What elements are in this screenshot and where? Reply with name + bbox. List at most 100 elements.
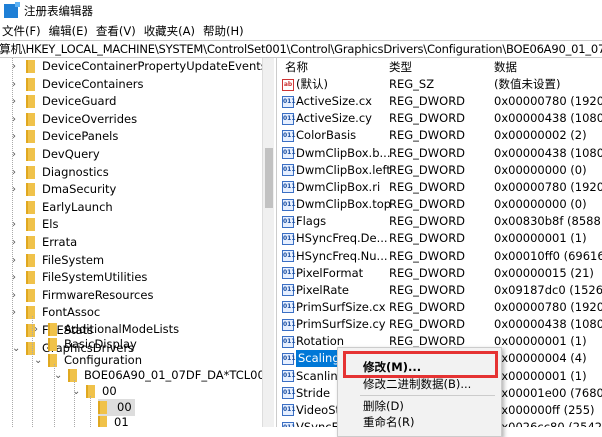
column-data[interactable]: 数据 [494, 58, 517, 76]
binary-value-icon: 011 [282, 404, 296, 417]
menu-item-modify-binary[interactable]: 修改二进制数据(B)... [363, 376, 471, 393]
tree-node-label: BOE06A90_01_07DF_DA*TCL00000_0 [84, 368, 262, 383]
tree-node[interactable]: › FontAssoc [12, 304, 101, 321]
value-type: REG_DWORD [389, 162, 466, 177]
list-row[interactable]: 011 DwmClipBox.top REG_DWORD 0x00000000 (0) [277, 196, 602, 213]
menu-view[interactable]: 查看(V) [96, 23, 136, 39]
value-name: (默认) [296, 77, 328, 91]
chevron-down-icon[interactable]: ⌄ [12, 340, 20, 357]
list-row[interactable]: 011 DwmClipBox.left REG_DWORD 0x00000000 (0… [277, 162, 602, 179]
menu-item-delete[interactable]: 删除(D) [363, 398, 404, 415]
scrollbar-thumb[interactable] [265, 148, 273, 208]
value-data: 0x00000001 (1) [494, 231, 587, 246]
chevron-down-icon[interactable]: ⌄ [54, 367, 62, 384]
tree-node[interactable]: › Els [12, 216, 58, 233]
tree-node[interactable]: ⌄ Configuration [34, 352, 142, 369]
binary-value-icon: 011 [282, 352, 296, 365]
value-data: 0x00000000 (0) [494, 197, 587, 212]
chevron-down-icon[interactable]: ⌄ [34, 352, 42, 369]
folder-icon [26, 95, 35, 109]
list-row[interactable]: 011 PrimSurfSize.cy REG_DWORD 0x00000438 (1… [277, 316, 602, 333]
value-type: REG_DWORD [389, 94, 466, 109]
value-name-cell: ab (默认) [282, 76, 328, 93]
tree-node[interactable]: › DeviceOverrides [12, 111, 137, 128]
value-name-cell: 011 PixelRate [282, 282, 349, 299]
list-row[interactable]: 011 HSyncFreq.Nu... REG_DWORD 0x00010ff0 (6… [277, 248, 602, 265]
menu-favorites[interactable]: 收藏夹(A) [144, 23, 195, 39]
list-row[interactable]: 011 DwmClipBox.b... REG_DWORD 0x00000438 (1… [277, 145, 602, 162]
menu-separator [360, 395, 495, 396]
value-data: 0x00000001 (1) [494, 368, 587, 383]
value-name-cell: 011 ColorBasis [282, 127, 356, 144]
value-data: 0x00001e00 (7680) [494, 385, 602, 400]
list-row[interactable]: ab (默认) REG_SZ (数值未设置) [277, 76, 602, 93]
binary-value-icon: 011 [282, 335, 296, 348]
binary-value-icon: 011 [282, 147, 296, 160]
tree-node[interactable]: › Errata [12, 234, 77, 251]
list-row[interactable]: 011 PixelFormat REG_DWORD 0x00000015 (21) [277, 265, 602, 282]
tree-node[interactable]: › AdditionalModeLists [34, 321, 179, 338]
value-name-cell: 011 DwmClipBox.b... [282, 145, 390, 162]
value-type: REG_DWORD [389, 282, 466, 297]
tree-line [12, 58, 13, 427]
tree-node[interactable]: › FirmwareResources [12, 287, 153, 304]
tree-node[interactable]: › FileSystem [12, 252, 104, 269]
folder-icon [26, 77, 35, 91]
list-row[interactable]: 011 ActiveSize.cx REG_DWORD 0x00000780 (192… [277, 93, 602, 110]
tree-node-label: DeviceContainerPropertyUpdateEvents [42, 59, 262, 73]
list-row[interactable]: 011Flags REG_DWORD 0x00830b8f (8588175) [277, 213, 602, 230]
value-data: 0x000000ff (255) [494, 402, 595, 417]
tree-node[interactable]: › Diagnostics [12, 164, 109, 181]
folder-icon [26, 165, 35, 179]
value-data: 0x00000780 (1920) [494, 179, 602, 194]
tree-node[interactable]: › DeviceContainerPropertyUpdateEvents [12, 58, 262, 75]
value-name-cell: 011 HSyncFreq.De... [282, 230, 388, 247]
menu-help[interactable]: 帮助(H) [203, 23, 244, 39]
menu-file[interactable]: 文件(F) [2, 23, 41, 39]
folder-icon [26, 288, 35, 302]
tree-node-label: FileSystemUtilities [42, 270, 148, 285]
value-name: DwmClipBox.top [296, 197, 392, 212]
tree-node[interactable]: › DevicePanels [12, 128, 119, 145]
folder-icon [26, 271, 35, 285]
tree-node[interactable]: ⌄ BOE06A90_01_07DF_DA*TCL00000_0 [54, 367, 262, 384]
value-data: 0x00000001 (1) [494, 334, 587, 349]
tree-node-label: 01 [114, 415, 129, 427]
value-type: REG_SZ [389, 77, 435, 91]
address-bar[interactable]: 计算机\HKEY_LOCAL_MACHINE\SYSTEM\ControlSet… [0, 40, 602, 58]
tree-node-label: Configuration [64, 352, 142, 367]
tree-node[interactable]: › FileSystemUtilities [12, 269, 148, 286]
column-name[interactable]: 名称 [285, 58, 308, 76]
list-row[interactable]: 011 PrimSurfSize.cx REG_DWORD 0x00000780 (1… [277, 299, 602, 316]
tree-node-label: FontAssoc [42, 305, 101, 320]
binary-value-icon: 011 [282, 112, 296, 125]
menu-item-rename[interactable]: 重命名(R) [363, 414, 414, 431]
tree-node[interactable]: EarlyLaunch [26, 199, 113, 216]
tree-node-label: DevicePanels [42, 129, 119, 144]
value-type: REG_DWORD [389, 299, 466, 314]
string-value-icon: ab [282, 78, 294, 91]
column-type[interactable]: 类型 [389, 58, 412, 76]
value-name-cell: 011 PrimSurfSize.cy [282, 316, 386, 333]
tree-node[interactable]: › DeviceGuard [12, 93, 116, 110]
folder-icon [48, 338, 57, 352]
list-row[interactable]: 011 DwmClipBox.ri REG_DWORD 0x00000780 (192… [277, 179, 602, 196]
tree-node[interactable]: 01 [98, 414, 129, 427]
tree-node[interactable]: › DevQuery [12, 146, 100, 163]
tree-node[interactable]: 00 [98, 398, 135, 416]
tree-scrollbar[interactable] [262, 58, 274, 427]
value-data: 0x00000438 (1080) [494, 111, 602, 126]
menu-edit[interactable]: 编辑(E) [49, 23, 88, 39]
binary-value-icon: 011 [282, 215, 296, 228]
tree-node[interactable]: BasicDisplay [48, 336, 137, 353]
list-row[interactable]: 011 ActiveSize.cy REG_DWORD 0x00000438 (108… [277, 110, 602, 127]
list-row[interactable]: 011PixelRate REG_DWORD 0x09187dc0 (1526000… [277, 282, 602, 299]
chevron-right-icon[interactable]: › [34, 321, 38, 338]
list-row[interactable]: 011 HSyncFreq.De... REG_DWORD 0x00000001 (1… [277, 230, 602, 247]
tree-node[interactable]: › DeviceContainers [12, 76, 144, 93]
list-row[interactable]: 011 ColorBasis REG_DWORD 0x00000002 (2) [277, 127, 602, 144]
value-name: DwmClipBox.ri [296, 179, 381, 194]
value-name-cell: 011 PrimSurfSize.cx [282, 299, 386, 316]
tree-node-label: 00 [117, 399, 132, 414]
tree-node[interactable]: › DmaSecurity [12, 181, 116, 198]
